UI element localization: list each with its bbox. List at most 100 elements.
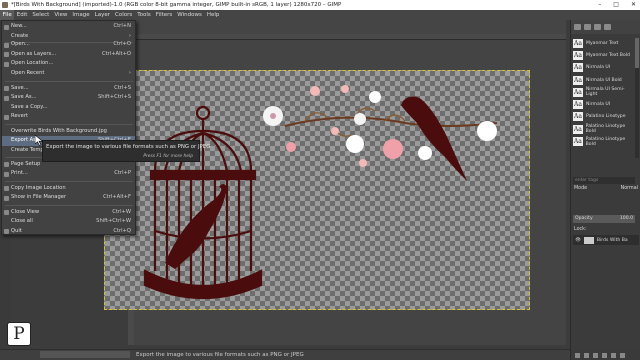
menu-tools[interactable]: Tools [135,10,154,20]
branch [284,116,498,127]
new-layer-icon[interactable] [575,352,580,358]
new-group-icon[interactable] [584,352,589,358]
raise-layer-icon[interactable] [593,352,598,358]
duplicate-layer-icon[interactable] [611,352,616,358]
menu-item-overwrite[interactable]: Overwrite Birds With Background.jpg [2,127,135,137]
window-title: *[Birds With Background] (imported)-1.0 … [11,2,342,8]
menu-item-open-as-layers[interactable]: Open as Layers... Ctrl+Alt+O [2,50,135,60]
close-icon [4,210,9,215]
font-list: Aa Myanmar Text Aa Myanmar Text Bold Aa Nir… [573,37,635,148]
layers-panel: Mode Normal Opacity 100.0 Lock: 👁 Birds … [571,183,640,245]
font-item[interactable]: Aa Myanmar Text [573,37,635,49]
mode-label: Mode [574,186,588,191]
mode-select[interactable]: Normal [591,186,638,191]
lower-layer-icon[interactable] [602,352,607,358]
font-item[interactable]: Aa Nirmala UI Bold [573,74,635,86]
page-setup-icon [4,162,9,167]
caged-bird [165,184,227,269]
revert-icon [4,114,9,120]
menu-select[interactable]: Select [30,10,52,20]
minimize-button[interactable]: – [598,0,601,10]
menu-item-save-as[interactable]: Save As... Shift+Ctrl+S [2,93,135,103]
layer-name[interactable]: Birds With Ba [597,238,628,243]
menu-item-print[interactable]: Print... Ctrl+P [2,169,135,179]
menu-bar: File Edit Select View Image Layer Colors… [0,10,640,20]
opacity-value: 100.0 [619,216,633,221]
menu-item-open-location[interactable]: Open Location... [2,59,135,69]
opacity-slider[interactable]: Opacity 100.0 [573,215,635,223]
status-text: Export the image to various file formats… [136,352,304,358]
font-item[interactable]: Aa Palatino Linotype [573,111,635,123]
brushes-tab-icon[interactable] [574,24,581,30]
fonts-tab-icon[interactable] [594,24,601,30]
patterns-tab-icon[interactable] [584,24,591,30]
save-as-icon [4,95,9,101]
image-tab-row [136,20,566,34]
birds-artwork [143,85,498,300]
image-canvas[interactable] [104,70,530,310]
menu-item-save-copy[interactable]: Save a Copy... [2,103,135,113]
dock-tabs[interactable] [571,20,640,34]
menu-filters[interactable]: Filters [153,10,175,20]
font-item[interactable]: Aa Nirmala UI [573,98,635,110]
birdcage-graphic [143,105,263,300]
open-layers-icon [4,52,9,58]
menu-windows[interactable]: Windows [175,10,205,20]
menu-item-close-view[interactable]: Close View Ctrl+W [2,208,135,218]
menu-item-revert[interactable]: Revert [2,112,135,122]
menu-separator [5,81,133,82]
menu-colors[interactable]: Colors [112,10,134,20]
menu-image[interactable]: Image [70,10,92,20]
channel-logo: P [7,322,31,346]
eye-icon[interactable]: 👁 [575,238,581,243]
menu-view[interactable]: View [52,10,70,20]
open-folder-icon [4,42,9,48]
font-item[interactable]: Aa Palatino Linotype Bold [573,135,635,147]
delete-layer-icon[interactable] [620,352,625,358]
font-item[interactable]: Aa Myanmar Text Bold [573,49,635,61]
maximize-button[interactable]: □ [613,0,619,10]
quit-icon [4,229,9,235]
mouse-cursor-icon [35,135,43,146]
document-history-tab-icon[interactable] [604,24,611,30]
menu-file[interactable]: File [0,10,15,20]
font-list-scrollbar[interactable] [635,38,639,158]
gimp-app-icon [2,2,8,8]
tooltip-hint: Press F1 for more help [143,154,193,159]
tooltip-text: Export the image to various file formats… [46,144,211,150]
layer-row[interactable]: 👁 Birds With Ba [573,235,639,245]
print-icon [4,171,9,177]
file-menu-dropdown: New... Ctrl+N Create › Open... Ctrl+O Open … [1,20,136,235]
close-button[interactable]: ✕ [631,0,636,10]
menu-layer[interactable]: Layer [92,10,112,20]
font-item[interactable]: Aa Nirmala UI Semi-Light [573,86,635,98]
menu-help[interactable]: Help [204,10,222,20]
menu-item-open-recent[interactable]: Open Recent › [2,69,135,79]
menu-item-copy-location[interactable]: Copy Image Location [2,184,135,194]
perched-bird [401,96,467,181]
export-tooltip: Export the image to various file formats… [42,140,210,162]
layer-thumbnail [583,236,594,244]
copy-icon [4,186,9,191]
menu-separator [5,205,133,206]
title-bar: *[Birds With Background] (imported)-1.0 … [0,0,640,10]
menu-separator [5,124,133,125]
menu-edit[interactable]: Edit [14,10,30,20]
unit-selector[interactable] [40,351,130,358]
menu-item-quit[interactable]: Quit Ctrl+Q [2,227,135,237]
menu-separator [5,181,133,182]
opacity-label: Opacity [575,216,593,221]
dock-bottom-buttons [571,350,640,360]
new-file-icon [4,24,9,30]
menu-item-show-in-file-manager[interactable]: Show in File Manager Ctrl+Alt+F [2,193,135,203]
globe-icon [4,61,9,67]
menu-item-new[interactable]: New... Ctrl+N [2,22,135,32]
font-item[interactable]: Aa Palatino Linotype Bold [573,123,635,135]
menu-item-save[interactable]: Save... Ctrl+S [2,84,135,94]
lock-row: Lock: [571,224,590,235]
font-item[interactable]: Aa Nirmala UI [573,62,635,74]
menu-item-close-all[interactable]: Close all Shift+Ctrl+W [2,217,135,227]
menu-item-open[interactable]: Open... Ctrl+O [2,40,135,50]
mode-row: Mode Normal [571,183,640,194]
folder-icon [4,195,9,201]
